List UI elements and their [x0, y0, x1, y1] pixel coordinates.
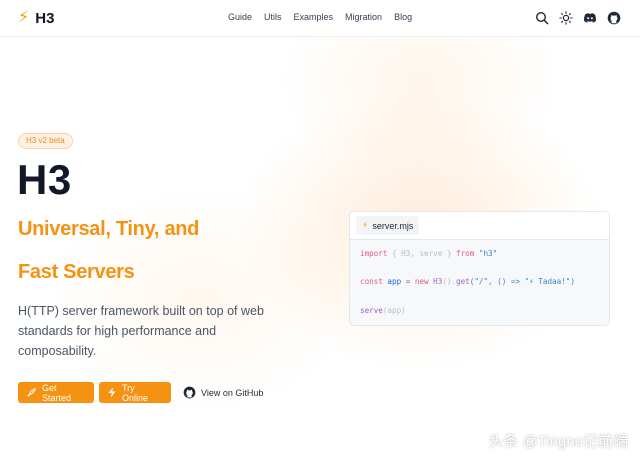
- header-actions: [535, 11, 621, 25]
- sun-icon[interactable]: [559, 11, 573, 25]
- code-token: const: [360, 277, 383, 286]
- code-token: new: [410, 277, 429, 286]
- code-token: get: [456, 277, 470, 286]
- logo[interactable]: ⚡ H3: [18, 9, 54, 27]
- nav-migration[interactable]: Migration: [345, 12, 382, 22]
- code-card-header: ⚡ server.mjs: [350, 212, 609, 240]
- top-navbar: ⚡ H3 Guide Utils Examples Migration Blog: [0, 0, 640, 37]
- rocket-icon: [26, 387, 37, 398]
- code-line-2: const app = new H3().get("/", () => "⚡ T…: [360, 277, 575, 286]
- code-token: (app): [382, 306, 406, 315]
- try-online-label: Try Online: [122, 382, 149, 403]
- github-label: View on GitHub: [201, 387, 264, 398]
- nav-utils[interactable]: Utils: [264, 12, 282, 22]
- watermark: 头条 @Tingno记前端: [488, 433, 628, 450]
- github-icon: [183, 386, 196, 399]
- file-tab-label: server.mjs: [372, 220, 414, 231]
- try-online-button[interactable]: Try Online: [99, 382, 171, 403]
- code-token: H3: [428, 277, 443, 286]
- code-token: ().: [442, 277, 457, 286]
- code-token: app: [382, 277, 406, 286]
- code-token: { H3, serve }: [387, 249, 457, 258]
- code-line-1: import { H3, serve } from "h3": [360, 249, 497, 258]
- code-token: serve: [360, 306, 383, 315]
- get-started-label: Get Started: [42, 382, 72, 403]
- code-token: from: [456, 249, 475, 258]
- github-icon[interactable]: [607, 11, 621, 25]
- main-nav: Guide Utils Examples Migration Blog: [228, 12, 424, 22]
- search-icon[interactable]: [535, 11, 549, 25]
- file-tab[interactable]: ⚡ server.mjs: [356, 216, 420, 235]
- get-started-button[interactable]: Get Started: [18, 382, 94, 403]
- hero-description: H(TTP) server framework built on top of …: [18, 304, 264, 358]
- hero-title: H3: [17, 156, 72, 203]
- code-token: ("/", () => "⚡ Tadaa!"): [469, 277, 575, 286]
- bolt-icon: ⚡: [18, 9, 30, 26]
- discord-icon[interactable]: [583, 11, 597, 25]
- nav-examples[interactable]: Examples: [294, 12, 334, 22]
- nav-guide[interactable]: Guide: [228, 12, 252, 22]
- code-line-3: serve(app): [360, 306, 406, 315]
- code-token: "h3": [474, 249, 498, 258]
- view-on-github-button[interactable]: View on GitHub: [181, 382, 265, 403]
- version-badge: H3 v2 beta: [18, 133, 73, 149]
- nav-blog[interactable]: Blog: [394, 12, 412, 22]
- logo-text: H3: [35, 9, 55, 27]
- hero-subtitle-line2: Fast Servers: [18, 261, 135, 283]
- bolt-icon: ⚡: [362, 220, 369, 230]
- bolt-icon: [107, 387, 117, 398]
- code-example-card: ⚡ server.mjs import { H3, serve } from "…: [349, 211, 610, 326]
- code-token: import: [360, 249, 388, 258]
- hero-subtitle-line1: Universal, Tiny, and: [18, 218, 200, 240]
